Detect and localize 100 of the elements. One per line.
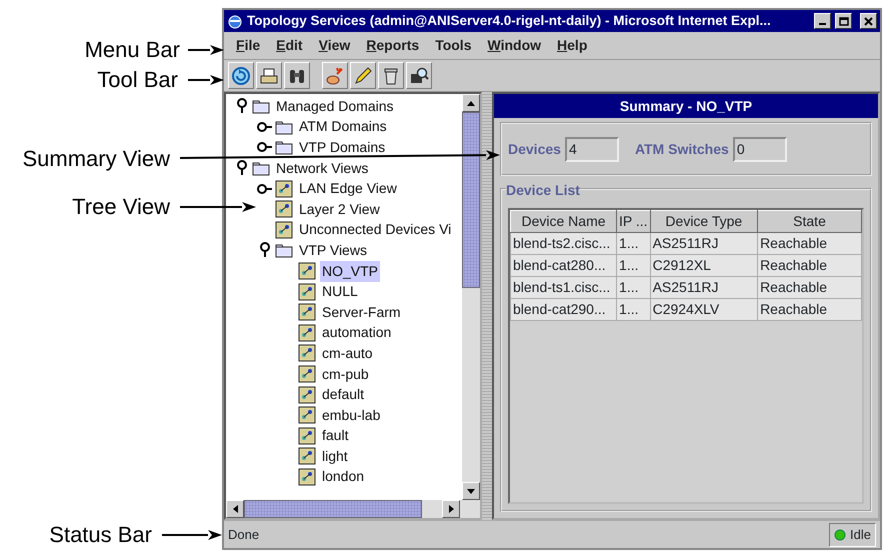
status-message: Done [227,526,260,544]
network-view-icon [275,180,293,198]
tree-item[interactable]: Layer 2 View [297,198,382,220]
network-view-icon [298,468,316,486]
expand-handle-icon[interactable] [257,120,273,133]
table-cell: 1... [616,298,650,320]
toolbar-button[interactable] [322,62,348,89]
menu-item[interactable]: Window [479,35,550,56]
maximize-button[interactable] [835,13,852,29]
toolbar-button[interactable] [378,62,404,89]
column-header[interactable]: State [758,210,862,232]
menu-item[interactable]: File [228,35,268,56]
minimize-icon [819,23,826,25]
table-cell: AS2511RJ [650,276,758,298]
table-cell: C2912XL [650,254,758,276]
table-cell: blend-cat280... [510,254,617,276]
tree-item[interactable]: automation [320,322,394,344]
scroll-thumb[interactable] [244,500,422,518]
menu-item[interactable]: Tools [427,35,480,56]
callout-arrow [188,75,224,85]
scroll-up-button[interactable] [462,94,480,112]
toolbar-button[interactable] [350,62,376,89]
network-view-icon [275,220,293,239]
column-header[interactable]: Device Type [650,210,758,232]
tree-item[interactable]: ATM Domains [297,116,389,138]
close-icon [864,16,873,26]
menu-item[interactable]: Help [549,35,596,56]
scroll-left-button[interactable] [226,500,244,518]
expand-handle-icon[interactable] [257,182,273,195]
browser-icon [227,13,243,29]
field-label: Devices [508,140,561,158]
column-header[interactable]: Device Name [510,210,617,232]
table-cell: AS2511RJ [650,232,758,254]
expand-handle-icon[interactable] [236,160,248,176]
tree-item[interactable]: LAN Edge View [297,178,399,200]
network-view-icon [298,447,316,466]
toolbar-button[interactable] [228,62,254,89]
tree-item[interactable]: VTP Domains [297,136,388,158]
menu-item[interactable]: Reports [358,35,428,56]
expand-handle-icon[interactable] [236,98,248,114]
tree-item[interactable]: default [320,384,366,406]
tree-item[interactable]: london [320,466,366,488]
table-cell: blend-cat290... [510,298,617,320]
callout-label: Status Bar [49,524,152,546]
menu-item[interactable]: Edit [268,35,311,56]
network-view-icon [298,324,316,342]
table-cell: 1... [616,254,650,276]
table-cell: Reachable [758,232,862,254]
down-arrow-icon [467,488,475,494]
tree-item[interactable]: cm-auto [320,342,375,364]
scroll-thumb[interactable] [462,112,480,288]
tree-item[interactable]: NULL [320,281,360,302]
network-view-icon [298,303,316,322]
right-arrow-icon [448,505,454,513]
scroll-right-button[interactable] [442,500,460,518]
table-cell: blend-ts1.cisc... [510,276,617,298]
callout-label: Tool Bar [97,69,178,91]
magnifier-icon [409,66,429,86]
tree-item[interactable]: Unconnected Devices Vi [297,219,454,240]
toolbar-button[interactable] [284,62,310,89]
close-button[interactable] [860,13,877,29]
maximize-icon [838,16,848,26]
summary-header: Summary - NO_VTP [494,94,878,118]
network-view-icon [275,200,293,218]
refresh-icon [231,66,251,86]
tree-item[interactable]: NO_VTP [320,260,380,282]
count-field: 0 [732,136,787,162]
callout-label: Tree View [72,196,170,218]
network-view-icon [298,406,316,424]
print-icon [259,66,279,86]
vertical-scrollbar[interactable] [462,94,480,500]
callout-arrow [188,45,224,55]
status-light-icon [834,528,846,540]
network-view-icon [298,282,316,301]
network-view-icon [298,365,316,384]
menu-item[interactable]: View [310,35,358,56]
scroll-down-button[interactable] [462,482,480,500]
minimize-button[interactable] [814,13,831,29]
network-view-icon [298,262,316,280]
tree-item[interactable]: Managed Domains [274,96,396,117]
expand-handle-icon[interactable] [257,141,273,154]
tree-item[interactable]: light [320,446,350,467]
tree-item[interactable]: cm-pub [320,364,371,385]
table-cell: Reachable [758,298,862,320]
table-cell: C2924XLV [650,298,758,320]
toolbar-button[interactable] [256,62,282,89]
horizontal-scrollbar[interactable] [226,500,480,518]
column-header[interactable]: IP ... [616,210,650,232]
callout-arrow [162,530,222,540]
callout-label: Menu Bar [84,39,180,61]
tree-item[interactable]: Server-Farm [320,302,403,323]
toolbar-button[interactable] [406,62,432,89]
tree-item[interactable]: embu-lab [320,404,382,426]
callout-label: Summary View [22,148,170,170]
window-title: Topology Services (admin@ANIServer4.0-rigel-nt-daily) - Microsoft Internet Expl... [247,12,772,30]
up-arrow-icon [467,100,475,106]
tree-item[interactable]: fault [320,425,350,446]
expand-handle-icon[interactable] [259,242,271,258]
tree-item[interactable]: Network Views [274,158,370,179]
tree-item[interactable]: VTP Views [297,240,369,261]
